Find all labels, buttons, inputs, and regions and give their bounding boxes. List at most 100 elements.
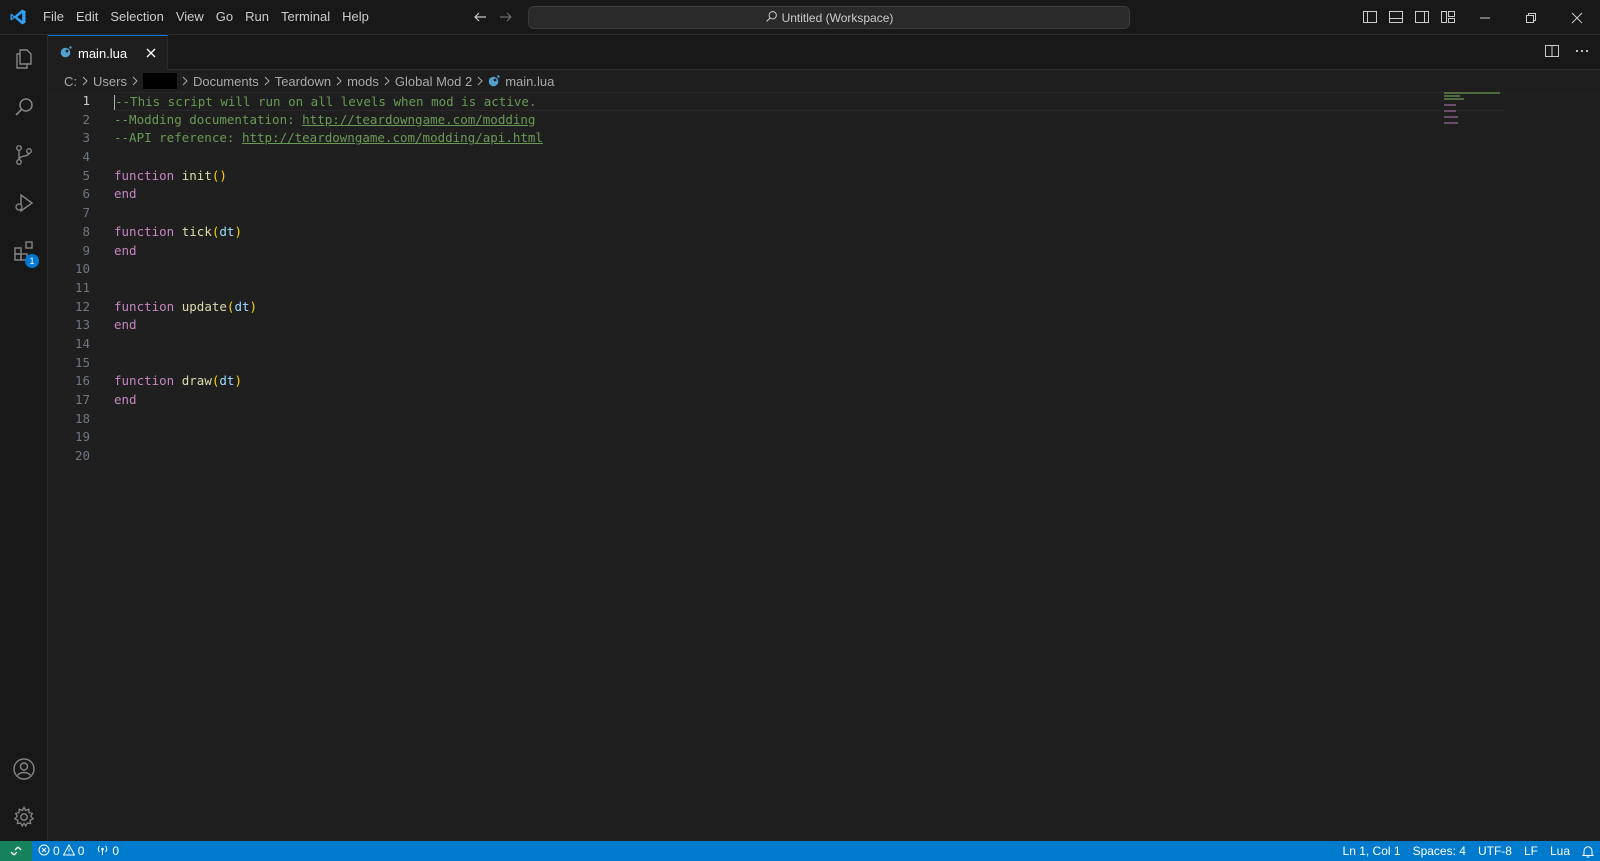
layout-controls	[1360, 7, 1458, 27]
breadcrumb-item[interactable]: Documents	[193, 74, 259, 89]
tab-main-lua[interactable]: main.lua	[48, 35, 168, 70]
cursor-position[interactable]: Ln 1, Col 1	[1337, 841, 1407, 861]
breadcrumb-item[interactable]: Global Mod 2	[395, 74, 472, 89]
toggle-primary-sidebar-icon[interactable]	[1360, 7, 1380, 27]
code-keyword: end	[114, 242, 137, 258]
line-number: 6	[82, 186, 90, 202]
chevron-right-icon	[81, 76, 89, 86]
line-number: 5	[82, 167, 90, 183]
code-paren: )	[234, 223, 242, 239]
search-icon[interactable]	[0, 83, 48, 131]
code-lines: --This script will run on all levels whe…	[114, 92, 1514, 466]
notifications-bell-icon[interactable]	[1576, 841, 1600, 861]
chevron-right-icon	[263, 76, 271, 86]
explorer-icon[interactable]	[0, 35, 48, 83]
code-comment: --Modding documentation:	[114, 111, 303, 127]
source-control-icon[interactable]	[0, 131, 48, 179]
ports-count: 0	[112, 844, 120, 858]
search-icon	[765, 10, 778, 26]
menu-terminal[interactable]: Terminal	[275, 6, 336, 28]
minimap-line	[1444, 116, 1458, 118]
menu-help[interactable]: Help	[336, 6, 375, 28]
restore-icon[interactable]	[1508, 0, 1554, 35]
code-param: dt	[219, 373, 235, 389]
minimize-icon[interactable]	[1462, 0, 1508, 35]
minimap-line	[1444, 104, 1456, 106]
forward-arrow-icon[interactable]	[496, 7, 516, 27]
code-link[interactable]: http://teardowngame.com/modding	[302, 112, 535, 127]
indentation[interactable]: Spaces: 4	[1407, 841, 1472, 861]
menu-view[interactable]: View	[170, 6, 210, 28]
line-number: 12	[74, 298, 90, 314]
extensions-icon[interactable]: 1	[0, 227, 48, 275]
minimap[interactable]	[1444, 92, 1514, 132]
command-center[interactable]: Untitled (Workspace)	[528, 6, 1130, 29]
code-editor[interactable]: 1 2 3 4 5 6 7 8 9 10 11 12 13 14 15 16 1…	[48, 92, 1600, 841]
code-line: end	[114, 242, 1514, 261]
close-icon[interactable]	[143, 45, 159, 61]
end-of-line[interactable]: LF	[1518, 841, 1544, 861]
code-keyword: end	[114, 317, 137, 333]
toggle-secondary-sidebar-icon[interactable]	[1412, 7, 1432, 27]
breadcrumb-file[interactable]: main.lua	[488, 74, 554, 89]
menu-run[interactable]: Run	[239, 6, 275, 28]
code-line: end	[114, 316, 1514, 335]
line-numbers: 1 2 3 4 5 6 7 8 9 10 11 12 13 14 15 16 1…	[48, 92, 110, 466]
line-number: 8	[82, 223, 90, 239]
line-number: 4	[82, 149, 90, 165]
code-function-name: draw	[181, 373, 212, 389]
navigation-arrows	[470, 7, 516, 27]
line-number: 1	[82, 93, 90, 108]
code-function-name: tick	[181, 223, 212, 239]
run-debug-icon[interactable]	[0, 179, 48, 227]
lua-file-icon	[488, 75, 500, 87]
gear-icon[interactable]	[0, 793, 48, 841]
minimap-line	[1444, 110, 1456, 112]
vscode-logo-icon	[0, 0, 35, 35]
language-mode[interactable]: Lua	[1544, 841, 1576, 861]
remote-indicator-icon[interactable]	[0, 841, 32, 861]
minimap-line	[1444, 95, 1460, 97]
code-function-name: update	[181, 298, 227, 314]
menu-go[interactable]: Go	[210, 6, 239, 28]
split-editor-icon[interactable]	[1544, 43, 1560, 62]
breadcrumb-item[interactable]: C:	[64, 74, 77, 89]
code-link[interactable]: http://teardowngame.com/modding/api.html	[242, 130, 543, 145]
chevron-right-icon	[383, 76, 391, 86]
encoding[interactable]: UTF-8	[1472, 841, 1518, 861]
code-paren: )	[249, 298, 258, 314]
more-actions-icon[interactable]	[1574, 43, 1590, 62]
breadcrumb-item[interactable]: Users	[93, 74, 127, 89]
code-line: function draw(dt)	[114, 372, 1514, 391]
toggle-panel-icon[interactable]	[1386, 7, 1406, 27]
code-keyword: function	[114, 167, 175, 183]
menu-bar: File Edit Selection View Go Run Terminal…	[37, 0, 375, 35]
line-number: 9	[82, 242, 90, 258]
breadcrumb-redacted-username[interactable]	[142, 73, 177, 89]
extensions-badge: 1	[25, 254, 39, 268]
line-number: 11	[74, 279, 90, 295]
account-icon[interactable]	[0, 745, 48, 793]
code-line: end	[114, 391, 1514, 410]
breadcrumb-item[interactable]: Teardown	[275, 74, 331, 89]
customize-layout-icon[interactable]	[1438, 7, 1458, 27]
menu-selection[interactable]: Selection	[104, 6, 169, 28]
problems-indicator[interactable]: 0 0	[32, 841, 90, 861]
minimap-line	[1444, 98, 1464, 100]
breadcrumb-item[interactable]: mods	[347, 74, 379, 89]
menu-file[interactable]: File	[37, 6, 70, 28]
lua-file-icon	[60, 45, 72, 61]
chevron-right-icon	[131, 76, 139, 86]
close-window-icon[interactable]	[1554, 0, 1600, 35]
line-number: 19	[74, 429, 90, 445]
menu-edit[interactable]: Edit	[70, 6, 104, 28]
line-number: 7	[82, 205, 90, 221]
code-line: --API reference: http://teardowngame.com…	[114, 129, 1514, 148]
code-line: function update(dt)	[114, 298, 1514, 317]
back-arrow-icon[interactable]	[470, 7, 490, 27]
ports-indicator[interactable]: 0	[90, 841, 125, 861]
